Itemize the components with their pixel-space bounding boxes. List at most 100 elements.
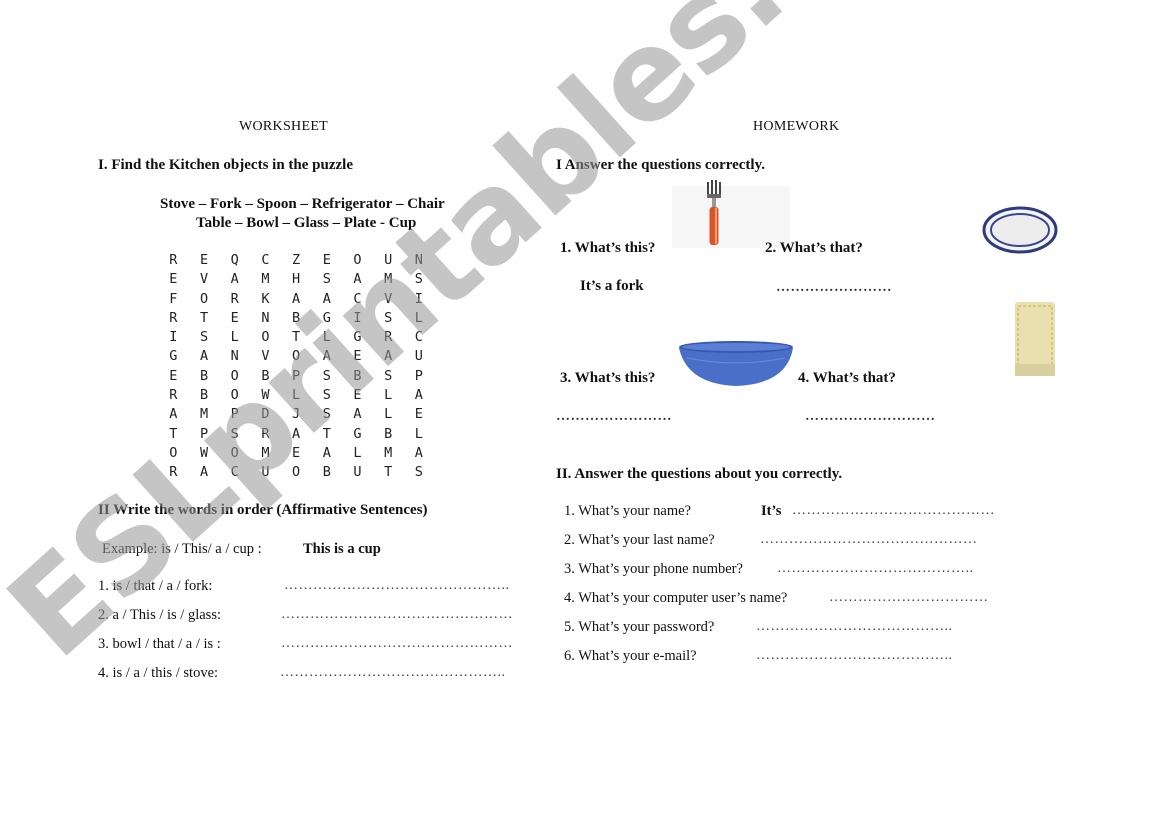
puzzle-letter: A xyxy=(384,348,393,365)
about-q5-blank[interactable]: ………………………………….. xyxy=(756,619,953,635)
worksheet-title: WORKSHEET xyxy=(239,119,329,134)
about-q1-blank[interactable]: …………………………………… xyxy=(792,503,995,519)
puzzle-letter: U xyxy=(384,252,393,268)
puzzle-letter: T xyxy=(199,309,209,326)
about-q1-prefix: It’s xyxy=(761,503,782,519)
puzzle-letter: S xyxy=(322,406,331,423)
puzzle-letter: G xyxy=(353,425,362,442)
puzzle-letter: A xyxy=(353,271,362,288)
puzzle-letter: S xyxy=(199,329,209,346)
puzzle-letter: Q xyxy=(230,252,239,268)
puzzle-letter: S xyxy=(414,271,423,288)
puzzle-letter: L xyxy=(353,444,362,461)
puzzle-letter: L xyxy=(230,329,239,346)
puzzle-letter: K xyxy=(261,290,270,307)
puzzle-letter: I xyxy=(169,329,178,346)
puzzle-letter: P xyxy=(414,367,423,384)
puzzle-letter: A xyxy=(169,406,178,423)
napkin-icon xyxy=(1015,302,1055,376)
puzzle-letter: V xyxy=(261,348,270,365)
puzzle-letter: L xyxy=(384,387,393,404)
puzzle-letter: F xyxy=(169,290,178,307)
puzzle-letter: L xyxy=(414,425,423,442)
puzzle-letter: M xyxy=(261,271,270,288)
puzzle-letter: I xyxy=(414,290,423,307)
puzzle-letter: A xyxy=(322,290,331,307)
puzzle-letter: A xyxy=(230,271,239,288)
order-item-1-prompt: 1. is / that / a / fork: xyxy=(98,578,213,594)
homework-q2-blank[interactable]: …………………… xyxy=(776,280,892,296)
order-item-3-prompt: 3. bowl / that / a / is : xyxy=(98,636,221,652)
puzzle-letter: L xyxy=(384,406,393,423)
puzzle-letter: B xyxy=(292,309,301,326)
puzzle-letter: E xyxy=(230,309,239,326)
puzzle-letter: S xyxy=(322,271,331,288)
order-item-1-blank[interactable]: ……………………………………….. xyxy=(284,578,510,594)
puzzle-letter: P xyxy=(292,367,301,384)
puzzle-letter: N xyxy=(414,252,423,268)
puzzle-letter: S xyxy=(322,387,331,404)
about-q5: 5. What’s your password? xyxy=(564,619,715,635)
section-1-heading: I. Find the Kitchen objects in the puzzl… xyxy=(98,157,353,173)
homework-q3-blank[interactable]: …………………… xyxy=(556,409,672,425)
order-item-3-blank[interactable]: ………………………………………… xyxy=(281,636,513,652)
homework-q1: 1. What’s this? xyxy=(560,240,656,256)
puzzle-letter: R xyxy=(169,464,178,481)
puzzle-letter: T xyxy=(292,329,301,346)
puzzle-letter: B xyxy=(261,367,270,384)
puzzle-letter: G xyxy=(169,348,178,365)
puzzle-letter: L xyxy=(322,329,331,346)
homework-q2: 2. What’s that? xyxy=(765,240,863,256)
order-item-4-prompt: 4. is / a / this / stove: xyxy=(98,665,219,681)
puzzle-letter: O xyxy=(230,367,239,384)
puzzle-letter: A xyxy=(353,406,362,423)
section-2-heading: II Write the words in order (Affirmative… xyxy=(98,502,428,518)
about-q4-blank[interactable]: …………………………… xyxy=(829,590,989,606)
puzzle-letter: R xyxy=(384,329,393,346)
puzzle-letter: E xyxy=(292,444,301,461)
plate-icon xyxy=(982,206,1058,254)
puzzle-letter: L xyxy=(414,309,423,326)
about-q4: 4. What’s your computer user’s name? xyxy=(564,590,788,606)
about-q2-blank[interactable]: ……………………………………… xyxy=(760,532,978,548)
puzzle-letter: A xyxy=(322,348,331,365)
homework-q4-blank[interactable]: ……………………… xyxy=(805,409,936,425)
puzzle-letter: C xyxy=(414,329,423,346)
word-list-line-1: Stove – Fork – Spoon – Refrigerator – Ch… xyxy=(160,196,445,212)
puzzle-letter: E xyxy=(169,367,178,384)
puzzle-letter: S xyxy=(384,309,393,326)
puzzle-letter: W xyxy=(261,387,270,404)
puzzle-letter: R xyxy=(169,252,178,268)
puzzle-letter: E xyxy=(414,406,423,423)
about-q3-blank[interactable]: ………………………………….. xyxy=(777,561,974,577)
puzzle-letter: A xyxy=(292,290,301,307)
puzzle-letter: A xyxy=(199,464,209,481)
puzzle-letter: S xyxy=(384,367,393,384)
puzzle-letter: O xyxy=(230,444,239,461)
order-item-2-blank[interactable]: ………………………………………… xyxy=(281,607,513,623)
about-q6-blank[interactable]: ………………………………….. xyxy=(756,648,953,664)
puzzle-letter: P xyxy=(230,406,239,423)
order-item-4-blank[interactable]: ……………………………………….. xyxy=(280,665,506,681)
puzzle-letter: T xyxy=(322,425,331,442)
puzzle-letter: A xyxy=(199,348,209,365)
plate-image xyxy=(982,206,1058,254)
puzzle-letter: M xyxy=(384,444,393,461)
puzzle-letter: E xyxy=(199,252,209,268)
bowl-image xyxy=(679,341,793,386)
puzzle-letter: U xyxy=(261,464,270,481)
homework-section-2-heading: II. Answer the questions about you corre… xyxy=(556,466,843,482)
puzzle-letter: O xyxy=(230,387,239,404)
puzzle-letter: U xyxy=(353,464,362,481)
puzzle-letter: C xyxy=(353,290,362,307)
puzzle-letter: I xyxy=(353,309,362,326)
puzzle-letter: L xyxy=(292,387,301,404)
puzzle-letter: U xyxy=(414,348,423,365)
puzzle-letter: R xyxy=(230,290,239,307)
puzzle-letter: A xyxy=(322,444,331,461)
puzzle-letter: O xyxy=(261,329,270,346)
puzzle-letter: T xyxy=(169,425,178,442)
puzzle-letter: S xyxy=(230,425,239,442)
puzzle-letter: O xyxy=(353,252,362,268)
word-list-line-2: Table – Bowl – Glass – Plate - Cup xyxy=(196,215,417,231)
